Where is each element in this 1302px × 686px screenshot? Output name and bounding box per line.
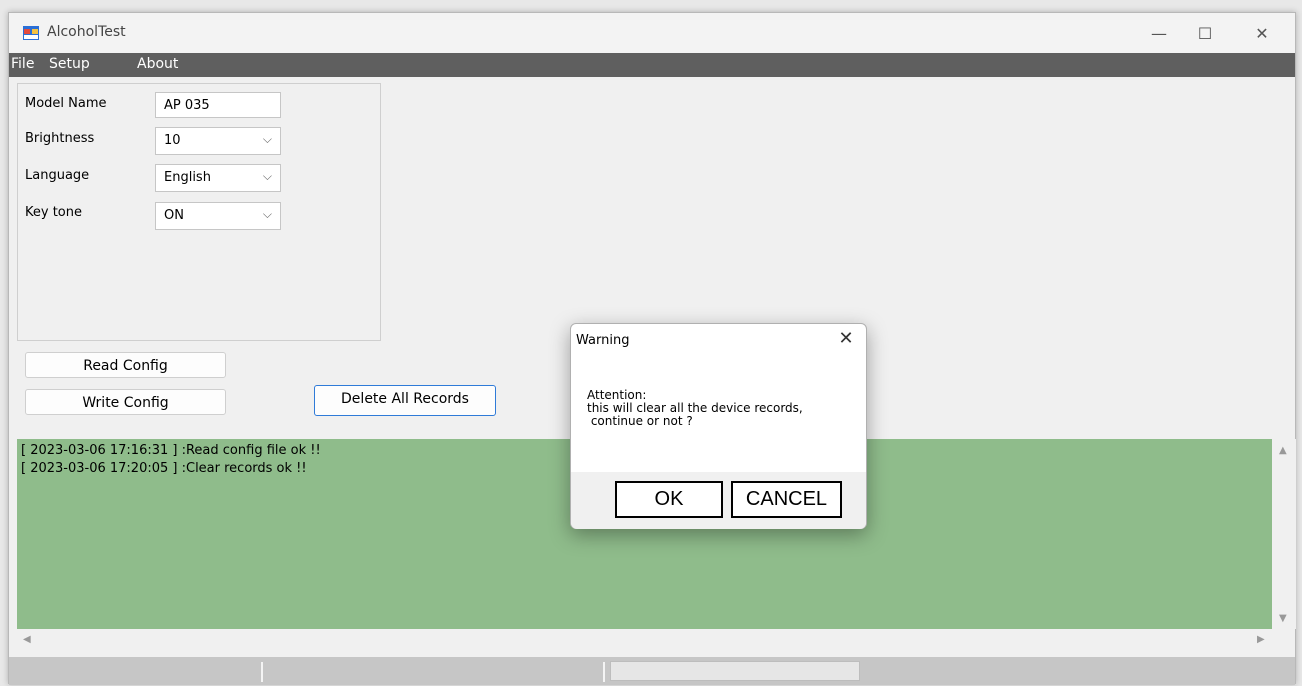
window-title: AlcoholTest — [47, 24, 126, 40]
chevron-down-icon: ⌵ — [262, 132, 272, 146]
language-select[interactable]: English ⌵ — [155, 164, 281, 192]
brightness-select[interactable]: 10 ⌵ — [155, 127, 281, 155]
scroll-down-icon[interactable]: ▼ — [1279, 613, 1287, 624]
cancel-button[interactable]: CANCEL — [731, 481, 842, 518]
close-icon[interactable]: ✕ — [833, 328, 859, 354]
status-divider — [603, 662, 605, 682]
brightness-value: 10 — [164, 133, 181, 148]
status-divider — [261, 662, 263, 682]
status-bar — [9, 657, 1295, 685]
key-tone-select[interactable]: ON ⌵ — [155, 202, 281, 230]
warning-dialog: Warning ✕ Attention: this will clear all… — [570, 323, 867, 529]
key-tone-label: Key tone — [25, 205, 82, 220]
menu-bar: File Setup About — [9, 53, 1295, 77]
menu-setup[interactable]: Setup — [49, 56, 90, 72]
language-label: Language — [25, 168, 90, 183]
horizontal-scrollbar[interactable]: ◀ ▶ — [17, 629, 1272, 651]
vertical-scrollbar[interactable]: ▲ ▼ — [1272, 439, 1296, 629]
config-panel: Model Name AP 035 Brightness 10 ⌵ Langua… — [17, 83, 381, 341]
dialog-title: Warning — [576, 333, 630, 348]
chevron-down-icon: ⌵ — [262, 169, 272, 183]
delete-all-records-button[interactable]: Delete All Records — [314, 385, 496, 416]
minimize-button[interactable]: — — [1136, 13, 1182, 53]
menu-about[interactable]: About — [137, 56, 178, 72]
write-config-button[interactable]: Write Config — [25, 389, 226, 415]
language-value: English — [164, 170, 211, 185]
scroll-right-icon[interactable]: ▶ — [1257, 634, 1265, 645]
app-window-icon — [23, 26, 39, 40]
menu-file[interactable]: File — [11, 56, 34, 72]
chevron-down-icon: ⌵ — [262, 207, 272, 221]
scroll-up-icon[interactable]: ▲ — [1279, 445, 1287, 456]
scroll-left-icon[interactable]: ◀ — [23, 634, 31, 645]
key-tone-value: ON — [164, 208, 184, 223]
close-button[interactable]: ✕ — [1239, 13, 1285, 53]
read-config-button[interactable]: Read Config — [25, 352, 226, 378]
maximize-button[interactable]: ☐ — [1182, 13, 1228, 53]
model-name-input[interactable]: AP 035 — [155, 92, 281, 118]
brightness-label: Brightness — [25, 131, 95, 146]
dialog-message: Attention: this will clear all the devic… — [587, 389, 803, 428]
message-line: continue or not ? — [587, 414, 693, 428]
model-name-label: Model Name — [25, 96, 107, 111]
ok-button[interactable]: OK — [615, 481, 723, 518]
progress-bar — [610, 661, 860, 681]
title-bar: AlcoholTest — ☐ ✕ — [9, 13, 1295, 53]
